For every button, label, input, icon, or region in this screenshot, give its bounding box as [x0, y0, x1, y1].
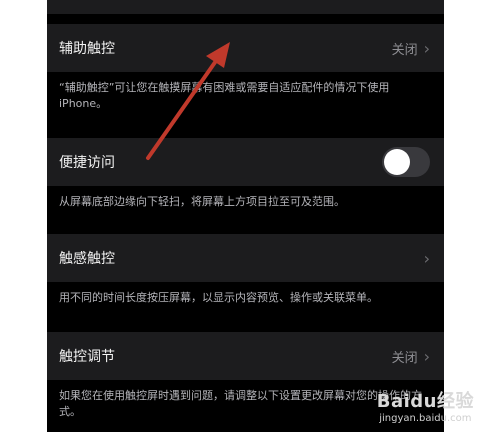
touch-accommodations-value: 关闭 [391, 350, 418, 366]
assistive-touch-description: “辅助触控”可让您在触摸屏幕有困难或需要自适应配件的情况下使用iPhone。 [59, 81, 390, 110]
watermark-site: jingyan.baidu.com [379, 413, 472, 424]
settings-screen: 辅助触控 关闭 › “辅助触控”可让您在触摸屏幕有困难或需要自适应配件的情况下使… [47, 0, 444, 432]
assistive-touch-value: 关闭 [391, 42, 418, 58]
previous-row-partial [47, 0, 444, 14]
haptic-touch-row[interactable]: 触感触控 › [47, 234, 444, 282]
reachability-description: 从屏幕底部边缘向下轻扫，将屏幕上方项目拉至可及范围。 [59, 195, 345, 208]
watermark-brand: Baidu经验 [376, 391, 474, 412]
toggle-knob [384, 149, 410, 175]
chevron-right-icon: › [423, 38, 430, 58]
baidu-watermark: Baidu经验 jingyan.baidu.com [377, 387, 474, 424]
touch-accommodations-row[interactable]: 触控调节 关闭 › [47, 332, 444, 380]
chevron-right-icon: › [423, 346, 430, 366]
touch-accommodations-label: 触控调节 [59, 349, 115, 365]
assistive-touch-label: 辅助触控 [59, 41, 115, 57]
reachability-toggle[interactable] [382, 147, 430, 177]
assistive-touch-row[interactable]: 辅助触控 关闭 › [47, 24, 444, 72]
reachability-label: 便捷访问 [59, 155, 115, 171]
chevron-right-icon: › [423, 248, 430, 268]
reachability-row: 便捷访问 [47, 138, 444, 186]
haptic-touch-description: 用不同的时间长度按压屏幕，以显示内容预览、操作或关联菜单。 [59, 291, 378, 304]
haptic-touch-label: 触感触控 [59, 251, 115, 267]
